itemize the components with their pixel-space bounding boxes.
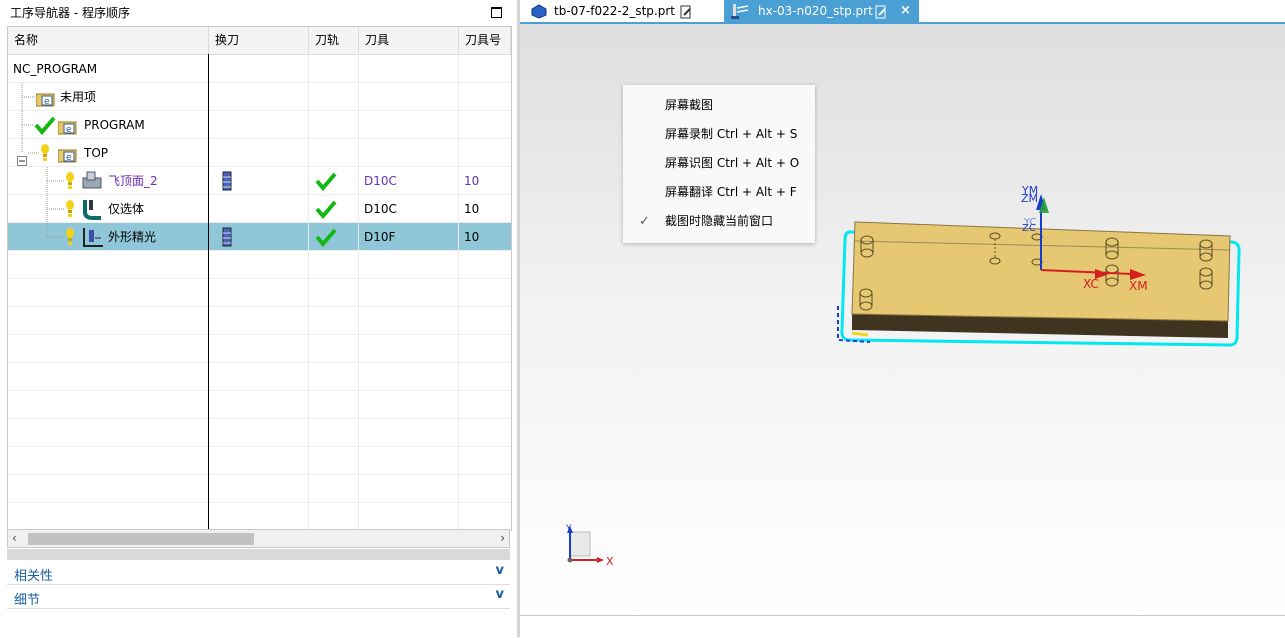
menu-item-label: 屏幕录制 Ctrl + Alt + S: [665, 127, 798, 141]
accordion-label: 相关性: [14, 569, 54, 584]
section-separator: [7, 549, 510, 560]
check-icon: ✓: [639, 214, 650, 229]
triad-y-label: Y: [566, 524, 572, 534]
check-icon: [315, 171, 337, 192]
tab-label: tb-07-f022-2_stp.prt: [554, 4, 675, 18]
menu-item-screen-translate[interactable]: 屏幕翻译 Ctrl + Alt + F: [623, 178, 815, 207]
empty-row: [8, 335, 511, 363]
column-divider: [358, 54, 359, 530]
row-name: 外形精光: [108, 230, 157, 244]
tool-change-icon: [222, 227, 232, 247]
scroll-left-icon[interactable]: ‹: [12, 531, 17, 545]
document-tabbar: tb-07-f022-2_stp.prt hx-03-n020_stp.prt …: [520, 0, 1285, 24]
scrollbar-thumb[interactable]: [28, 533, 254, 545]
menu-item-hide-window[interactable]: ✓ 截图时隐藏当前窗口: [623, 207, 815, 236]
row-tool-number: 10: [464, 202, 480, 216]
maximize-icon[interactable]: [491, 7, 502, 18]
accordion-dependencies[interactable]: 相关性 v: [7, 561, 510, 585]
column-divider: [208, 54, 209, 530]
context-menu: 屏幕截图 屏幕录制 Ctrl + Alt + S 屏幕识图 Ctrl + Alt…: [623, 85, 815, 243]
empty-row: [8, 447, 511, 475]
triad-x-label: X: [606, 555, 614, 568]
column-divider: [458, 54, 459, 530]
empty-row: [8, 307, 511, 335]
column-header-toolpath[interactable]: 刀轨: [309, 27, 359, 54]
tab-document[interactable]: tb-07-f022-2_stp.prt: [526, 0, 722, 22]
empty-row: [8, 419, 511, 447]
row-tool: D10C: [364, 174, 397, 188]
accordion-label: 细节: [14, 593, 41, 608]
empty-row: [8, 475, 511, 503]
tab-label: hx-03-n020_stp.prt: [758, 4, 873, 18]
menu-item-label: 截图时隐藏当前窗口: [665, 214, 774, 228]
menu-item-label: 屏幕截图: [665, 98, 714, 112]
chevron-down-icon[interactable]: v: [496, 563, 504, 578]
column-header-tool-change[interactable]: 换刀: [209, 27, 309, 54]
column-divider: [308, 54, 309, 530]
column-header-tool-number[interactable]: 刀具号: [459, 27, 511, 54]
accordion-details[interactable]: 细节 v: [7, 585, 510, 609]
tree-connector-lines: [21, 83, 64, 238]
axis-label-zm: ZM: [1021, 192, 1039, 205]
empty-row: [8, 503, 511, 530]
panel-title: 工序导航器 - 程序顺序: [10, 6, 130, 20]
check-icon: [315, 199, 337, 220]
axis-label-xm: XM: [1129, 279, 1148, 293]
row-name: 飞顶面_2: [108, 174, 158, 188]
tab-document-active[interactable]: hx-03-n020_stp.prt ×: [724, 0, 919, 22]
panel-titlebar: 工序导航器 - 程序顺序: [0, 0, 517, 24]
menu-item-screenshot[interactable]: 屏幕截图: [623, 91, 815, 120]
close-icon[interactable]: ×: [900, 0, 911, 22]
row-name: 仅选体: [108, 202, 145, 216]
check-icon: [315, 227, 337, 248]
empty-row: [8, 391, 511, 419]
row-tool-number: 10: [464, 230, 480, 244]
column-header-tool[interactable]: 刀具: [359, 27, 459, 54]
empty-row: [8, 251, 511, 279]
scroll-right-icon[interactable]: ›: [500, 531, 505, 545]
chevron-down-icon[interactable]: v: [496, 587, 504, 602]
menu-item-screen-ocr[interactable]: 屏幕识图 Ctrl + Alt + O: [623, 149, 815, 178]
status-bar: [520, 615, 1285, 638]
row-tool: D10F: [364, 230, 396, 244]
menu-item-screen-record[interactable]: 屏幕录制 Ctrl + Alt + S: [623, 120, 815, 149]
axis-label-zc: ZC: [1022, 223, 1036, 234]
tool-change-icon: [222, 171, 232, 191]
menu-item-label: 屏幕翻译 Ctrl + Alt + F: [665, 185, 797, 199]
empty-row: [8, 279, 511, 307]
operation-navigator-panel: 工序导航器 - 程序顺序 名称 换刀 刀轨 刀具 刀具号 NC_PROGRAM …: [0, 0, 517, 637]
menu-item-label: 屏幕识图 Ctrl + Alt + O: [665, 156, 800, 170]
axis-label-xc: XC: [1083, 277, 1099, 291]
operation-tree: 名称 换刀 刀轨 刀具 刀具号 NC_PROGRAM e 未用项 e PROGR…: [7, 26, 512, 531]
horizontal-scrollbar[interactable]: ‹ ›: [7, 529, 510, 548]
row-tool-number: 10: [464, 174, 480, 188]
empty-row: [8, 363, 511, 391]
blank-csys-marker: [851, 331, 869, 337]
row-tool: D10C: [364, 202, 397, 216]
